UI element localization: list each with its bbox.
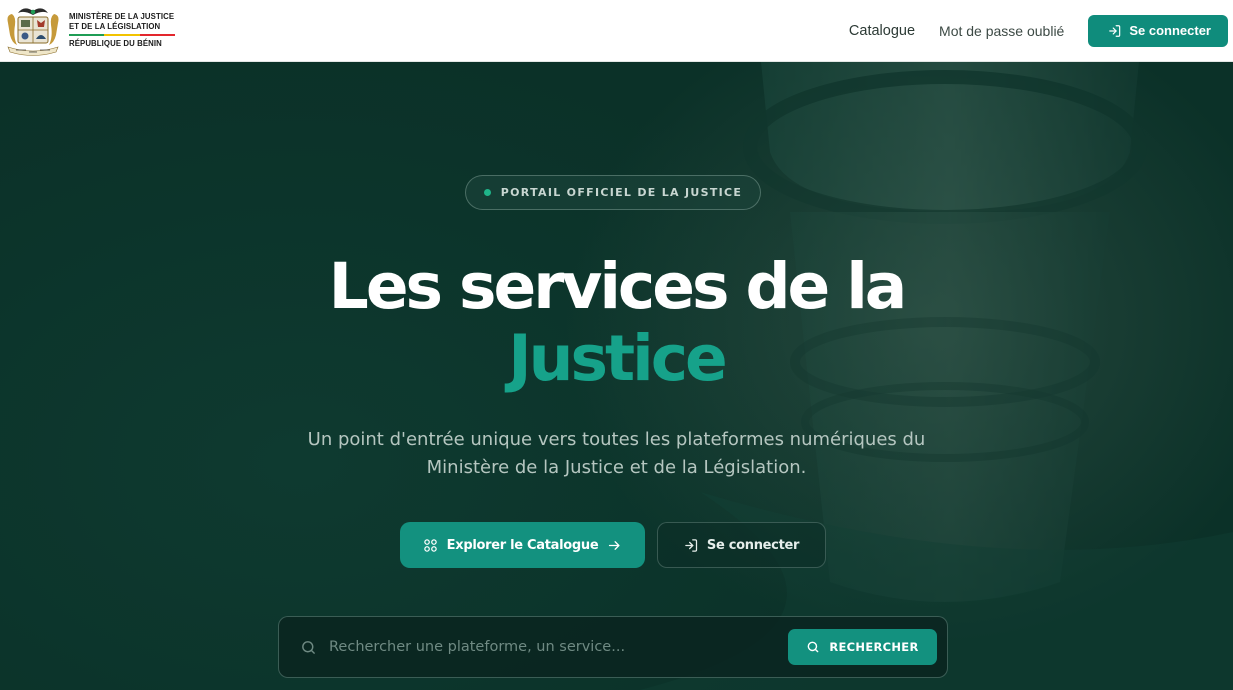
nav-link-catalogue[interactable]: Catalogue (849, 23, 915, 39)
login-icon (1108, 24, 1122, 38)
login-button[interactable]: Se connecter (1088, 14, 1228, 47)
flag-stripe-red (139, 34, 175, 36)
hero-subtitle-line1: Un point d'entrée unique vers toutes les… (307, 429, 926, 450)
ministry-name: MINISTÈRE DE LA JUSTICE ET DE LA LÉGISLA… (69, 12, 175, 49)
hero-subtitle-line2: Ministère de la Justice et de la Législa… (426, 457, 807, 478)
hero-section: PORTAIL OFFICIEL DE LA JUSTICE Les servi… (0, 62, 1233, 690)
country-name: RÉPUBLIQUE DU BÉNIN (69, 39, 162, 48)
coat-of-arms-icon (4, 5, 62, 57)
search-input[interactable] (329, 629, 788, 665)
search-button-label: RECHERCHER (829, 640, 919, 654)
login-button-label: Se connecter (1129, 23, 1211, 38)
explore-catalogue-label: Explorer le Catalogue (446, 537, 599, 553)
ministry-logo[interactable]: MINISTÈRE DE LA JUSTICE ET DE LA LÉGISLA… (4, 5, 175, 57)
nav-link-forgot-password[interactable]: Mot de passe oublié (939, 23, 1064, 39)
flag-stripe-yellow (104, 34, 140, 36)
benin-flag-stripe (69, 34, 175, 36)
flag-stripe-green (69, 34, 105, 36)
official-portal-badge: PORTAIL OFFICIEL DE LA JUSTICE (465, 175, 761, 210)
arrow-right-icon (607, 538, 622, 553)
hero-subtitle: Un point d'entrée unique vers toutes les… (0, 426, 1233, 482)
hero-login-button[interactable]: Se connecter (657, 522, 826, 568)
ministry-name-line2: ET DE LA LÉGISLATION (69, 22, 161, 31)
search-button[interactable]: RECHERCHER (788, 629, 937, 665)
ministry-name-line1: MINISTÈRE DE LA JUSTICE (69, 12, 175, 21)
explore-catalogue-button[interactable]: Explorer le Catalogue (400, 522, 645, 568)
status-dot-icon (483, 189, 491, 196)
hero-title-line2: Justice (508, 322, 728, 395)
top-header: MINISTÈRE DE LA JUSTICE ET DE LA LÉGISLA… (0, 0, 1233, 62)
grid-icon (423, 538, 438, 553)
badge-label: PORTAIL OFFICIEL DE LA JUSTICE (500, 186, 743, 199)
search-button-icon (806, 640, 820, 654)
main-nav: Catalogue Mot de passe oublié Se connect… (849, 14, 1228, 47)
hero-login-label: Se connecter (706, 537, 800, 553)
login-icon (684, 538, 699, 553)
search-bar: RECHERCHER (278, 616, 948, 678)
hero-title-line1: Les services de la (328, 250, 908, 323)
search-icon (300, 639, 317, 656)
